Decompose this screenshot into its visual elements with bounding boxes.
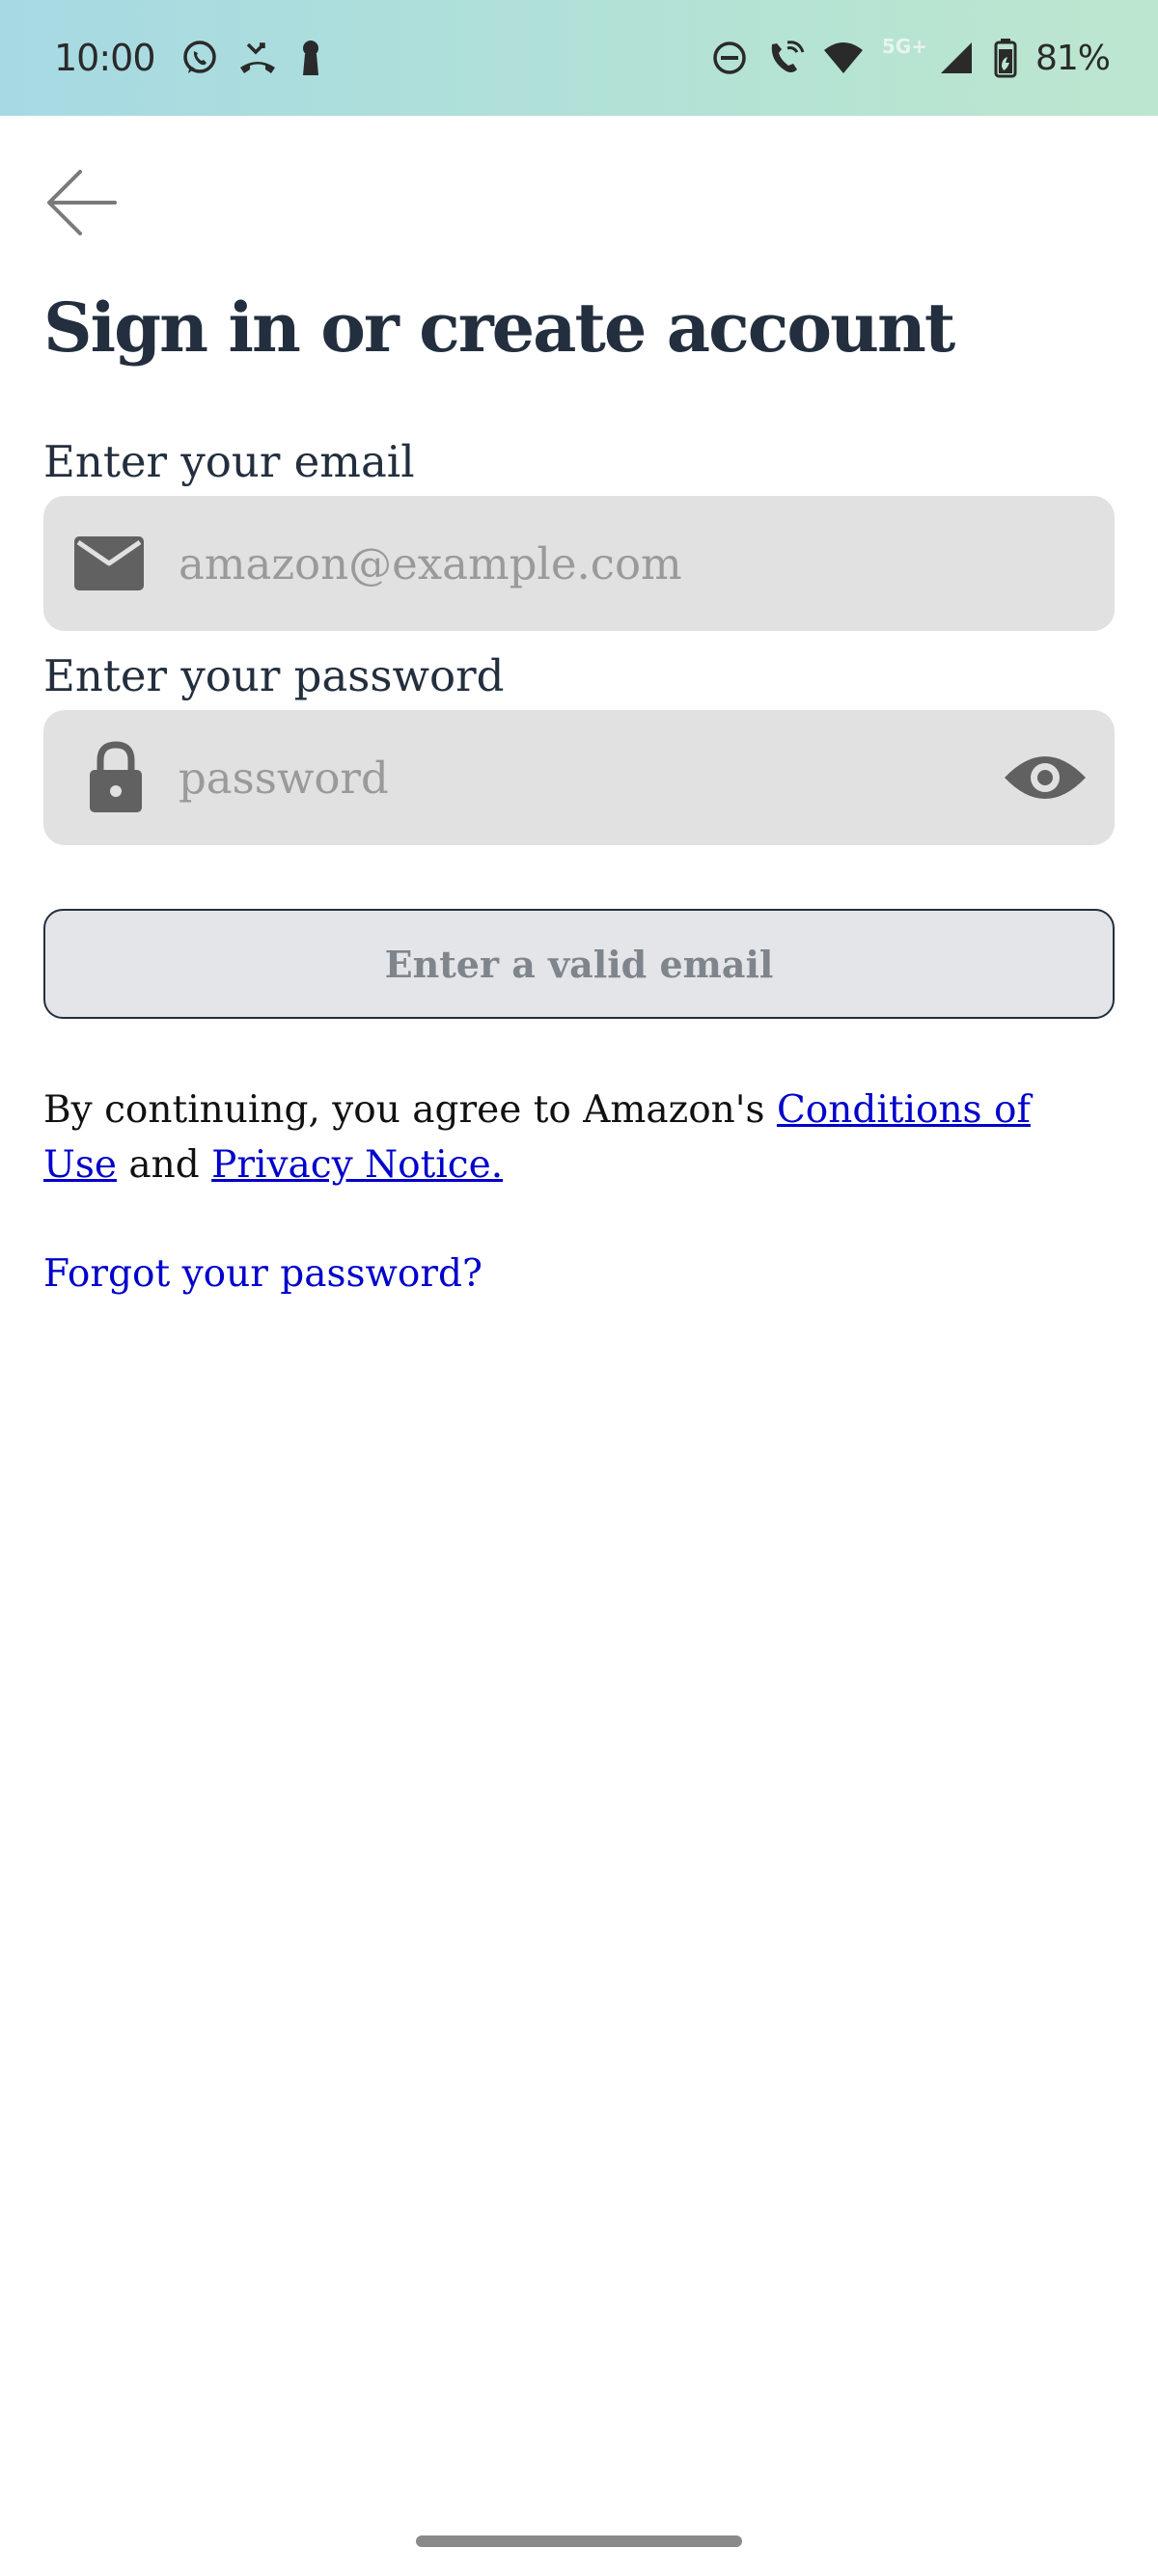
battery-icon	[993, 38, 1018, 78]
password-input[interactable]	[179, 710, 1008, 845]
wifi-icon	[822, 39, 865, 77]
home-indicator[interactable]	[416, 2535, 742, 2547]
keyhole-icon	[296, 39, 325, 77]
legal-notice: By continuing, you agree to Amazon's Con…	[43, 1082, 1115, 1192]
password-label: Enter your password	[43, 650, 505, 701]
cellular-signal-icon	[939, 39, 976, 77]
sign-in-screen: 10:00 5G+ 81% Sign in or create account …	[0, 0, 1158, 2576]
status-bar-left: 10:00	[54, 37, 325, 79]
battery-percentage: 81%	[1034, 38, 1111, 78]
back-button[interactable]	[39, 162, 125, 243]
mail-icon	[74, 496, 144, 631]
continue-button[interactable]: Enter a valid email	[43, 909, 1115, 1019]
whatsapp-icon	[180, 39, 219, 77]
status-time: 10:00	[54, 37, 156, 79]
status-bar: 10:00 5G+ 81%	[0, 0, 1158, 116]
do-not-disturb-icon	[710, 39, 749, 77]
email-field-container[interactable]	[43, 496, 1115, 631]
email-input[interactable]	[179, 496, 1008, 631]
wifi-calling-icon	[766, 39, 805, 77]
privacy-notice-link[interactable]: Privacy Notice.	[211, 1143, 503, 1187]
show-password-toggle[interactable]	[997, 710, 1093, 845]
arrow-left-icon	[47, 170, 117, 235]
password-field-container[interactable]	[43, 710, 1115, 845]
eye-icon	[1005, 756, 1086, 799]
legal-prefix: By continuing, you agree to Amazon's	[43, 1088, 777, 1132]
email-label: Enter your email	[43, 436, 415, 487]
legal-middle: and	[116, 1143, 212, 1187]
forgot-password-link[interactable]: Forgot your password?	[43, 1252, 482, 1296]
page-title: Sign in or create account	[43, 288, 955, 368]
network-type-label: 5G+	[881, 35, 927, 58]
status-bar-right: 5G+ 81%	[710, 35, 1111, 78]
lock-icon	[88, 710, 144, 845]
missed-call-icon	[236, 39, 279, 77]
